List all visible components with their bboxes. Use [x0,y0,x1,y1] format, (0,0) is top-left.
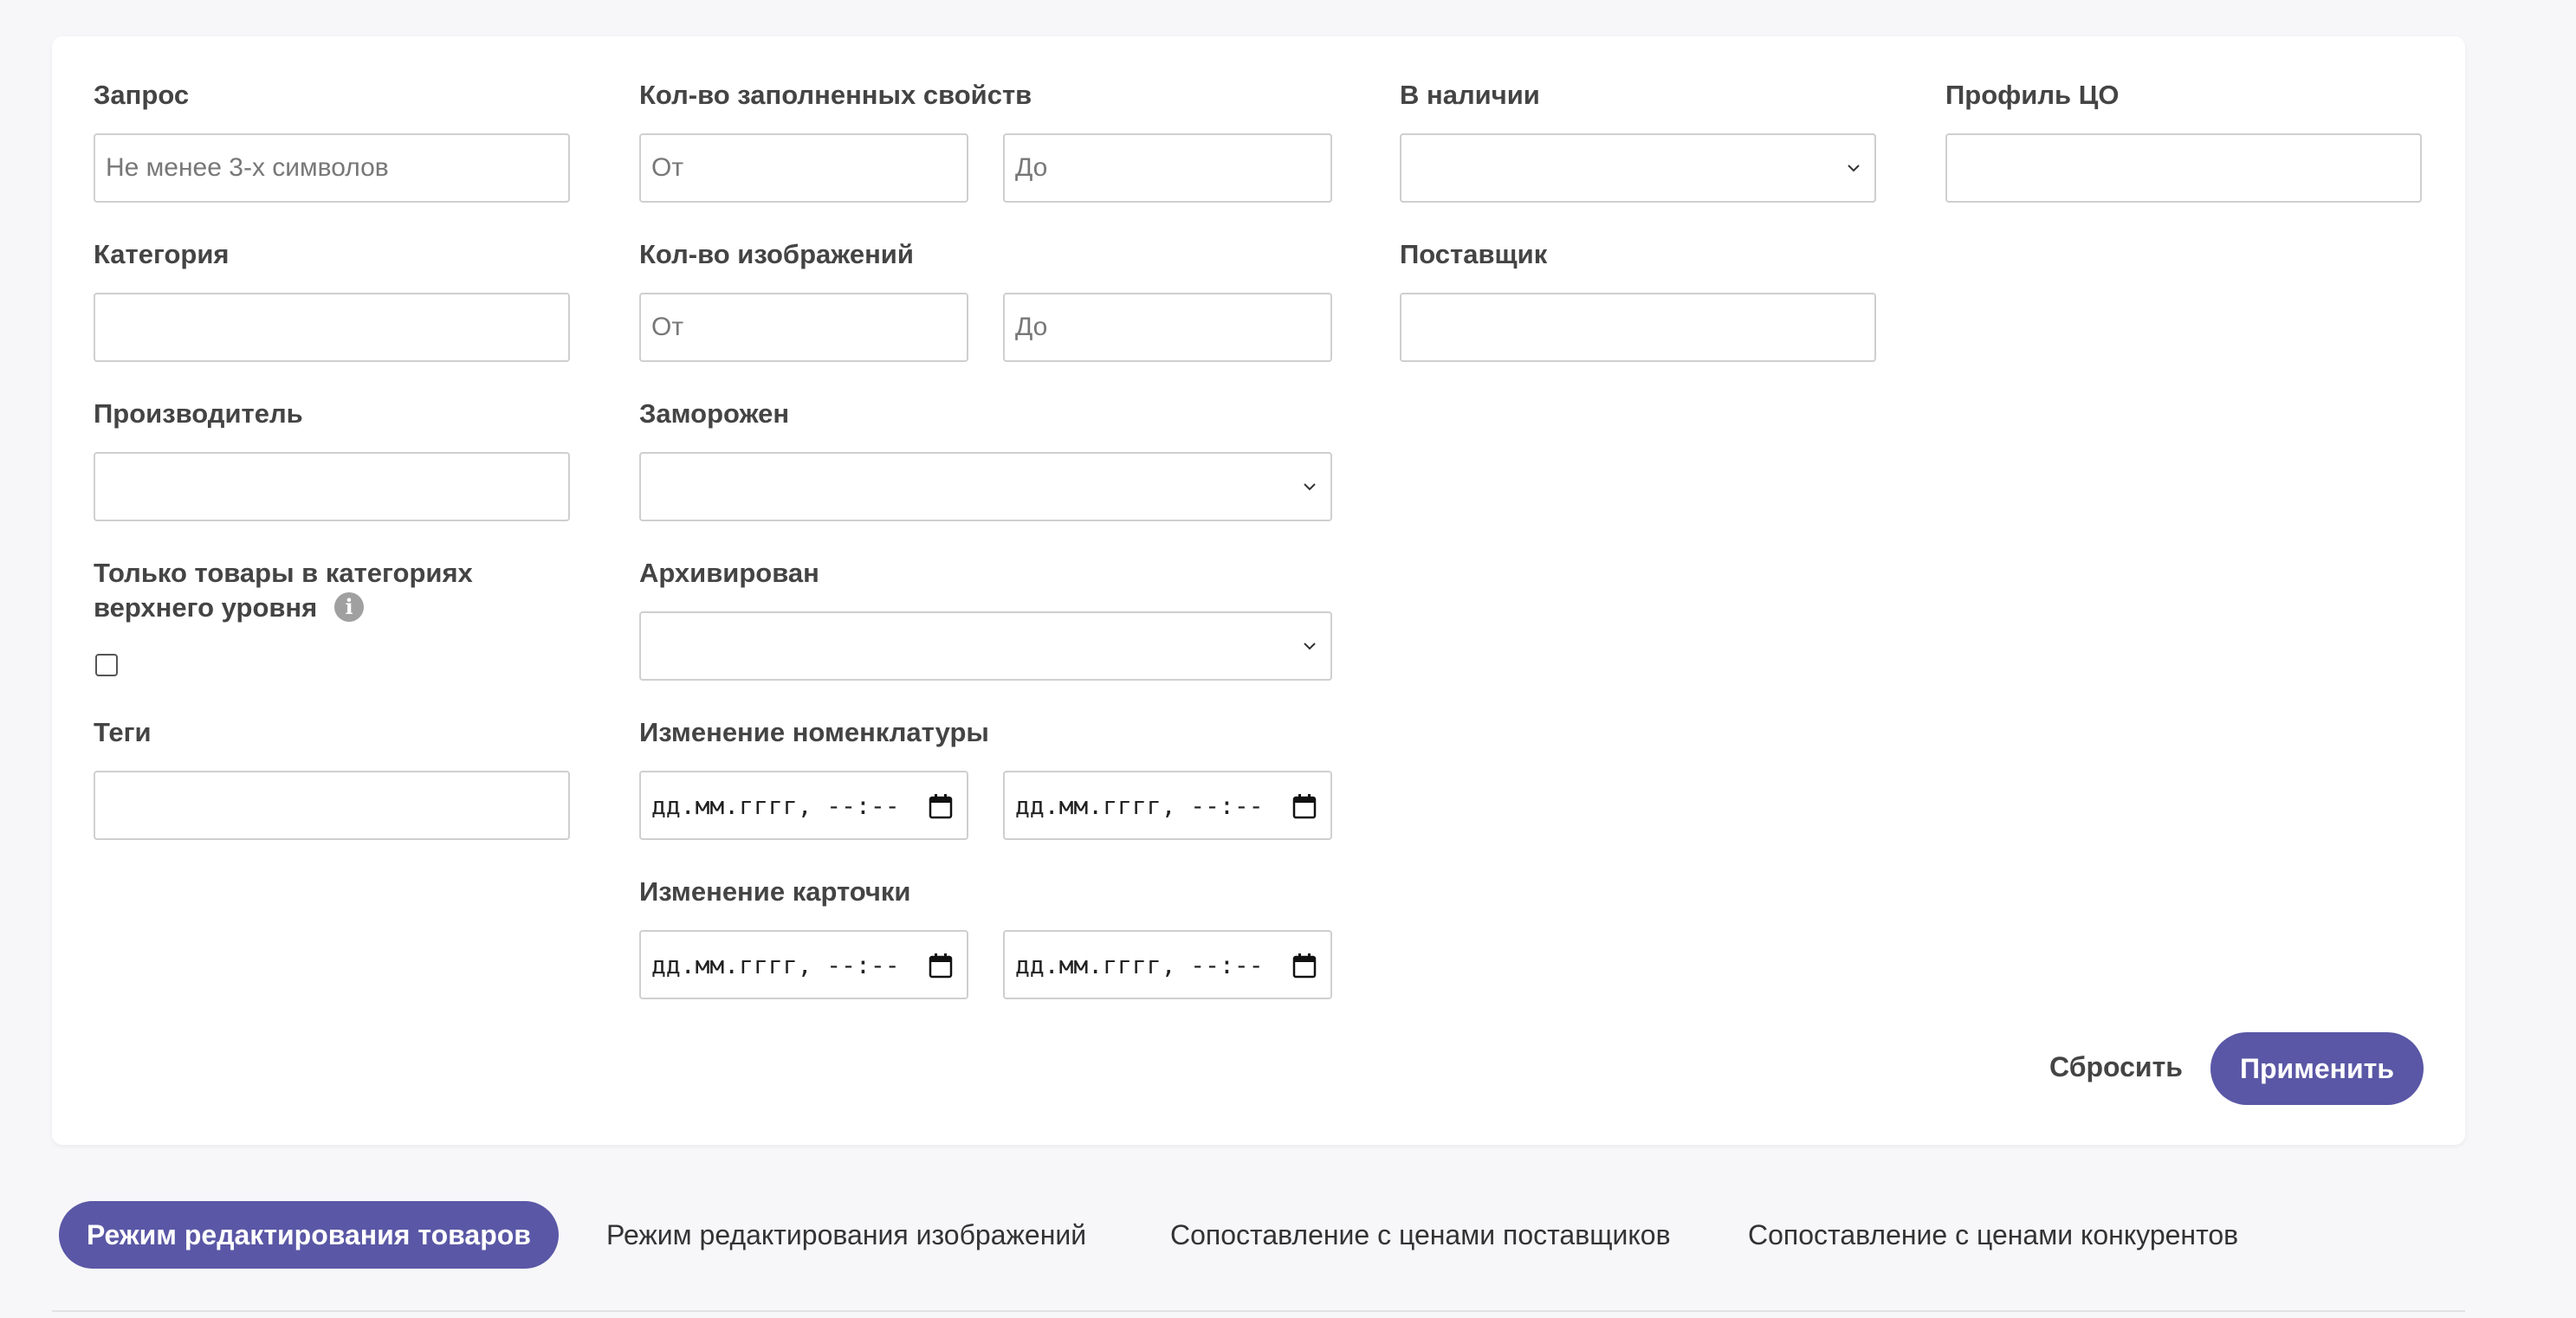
calendar-icon[interactable] [929,793,953,819]
tab-edit-products[interactable]: Режим редактирования товаров [59,1201,559,1269]
card-change-from-input[interactable]: дд.мм.гггг, --:-- [639,930,968,999]
category-label: Категория [94,239,230,269]
supplier-input[interactable] [1400,293,1876,362]
query-input[interactable] [94,133,570,203]
date-placeholder: дд.мм.гггг, --:-- [1015,951,1264,979]
filled-props-from-input[interactable] [639,133,968,203]
archived-label: Архивирован [639,558,819,588]
chevron-down-icon [1848,165,1860,172]
images-count-from-input[interactable] [639,293,968,362]
in-stock-label: В наличии [1400,80,1540,110]
date-placeholder: дд.мм.гггг, --:-- [1015,791,1264,820]
card-change-to-input[interactable]: дд.мм.гггг, --:-- [1003,930,1332,999]
nomenclature-change-from-input[interactable]: дд.мм.гггг, --:-- [639,771,968,840]
divider [52,1310,2465,1312]
archived-select[interactable] [639,611,1332,681]
images-count-label: Кол-во изображений [639,239,914,269]
nomenclature-change-label: Изменение номенклатуры [639,717,989,747]
images-count-to-input[interactable] [1003,293,1332,362]
calendar-icon[interactable] [1292,793,1317,819]
info-icon[interactable]: i [334,592,364,622]
supplier-label: Поставщик [1400,239,1548,269]
nomenclature-change-to-input[interactable]: дд.мм.гггг, --:-- [1003,771,1332,840]
in-stock-select[interactable] [1400,133,1876,203]
calendar-icon[interactable] [1292,953,1317,979]
manufacturer-input[interactable] [94,452,570,521]
tab-competitor-prices[interactable]: Сопоставление с ценами конкурентов [1748,1218,2238,1252]
tags-label: Теги [94,717,152,747]
filter-panel: Запрос Категория Производитель Только то… [52,36,2465,1145]
card-change-label: Изменение карточки [639,876,911,907]
tab-edit-images[interactable]: Режим редактирования изображений [606,1218,1086,1252]
filled-props-to-input[interactable] [1003,133,1332,203]
top-level-label-line2: верхнего уровня [94,592,318,623]
filled-props-label: Кол-во заполненных свойств [639,80,1032,110]
calendar-icon[interactable] [929,953,953,979]
tags-input[interactable] [94,771,570,840]
date-placeholder: дд.мм.гггг, --:-- [651,791,900,820]
co-profile-input[interactable] [1945,133,2422,203]
manufacturer-label: Производитель [94,398,303,429]
query-label: Запрос [94,80,190,110]
tab-supplier-prices[interactable]: Сопоставление с ценами поставщиков [1170,1218,1671,1252]
chevron-down-icon [1304,483,1316,491]
apply-button[interactable]: Применить [2210,1032,2424,1105]
frozen-select[interactable] [639,452,1332,521]
category-input[interactable] [94,293,570,362]
top-level-checkbox[interactable] [95,654,118,676]
co-profile-label: Профиль ЦО [1945,80,2120,110]
chevron-down-icon [1304,643,1316,650]
frozen-label: Заморожен [639,398,790,429]
top-level-label-line1: Только товары в категориях [94,558,473,588]
date-placeholder: дд.мм.гггг, --:-- [651,951,900,979]
reset-button[interactable]: Сбросить [2049,1050,2183,1084]
